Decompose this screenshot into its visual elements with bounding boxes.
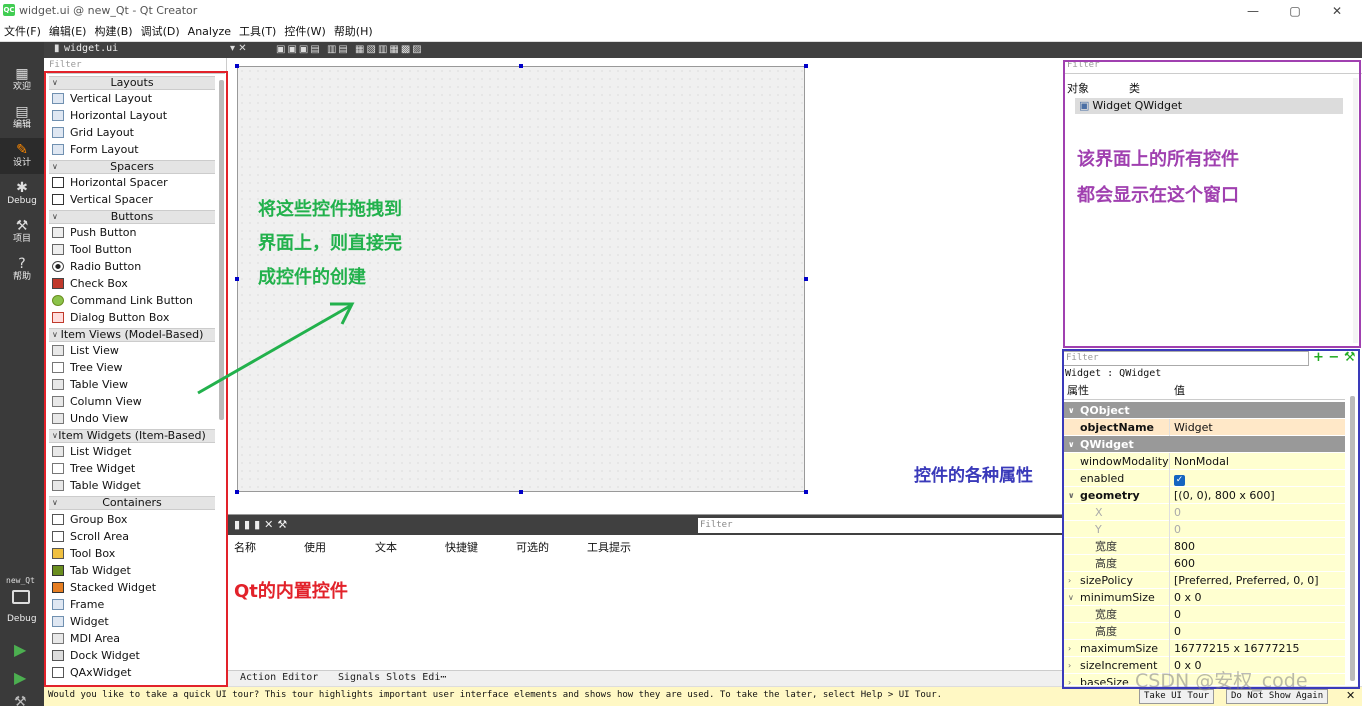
resize-handle[interactable] bbox=[519, 490, 523, 494]
mode-welcome[interactable]: ▦ 欢迎 bbox=[0, 62, 44, 98]
mode-edit[interactable]: ▤ 编辑 bbox=[0, 100, 44, 136]
column-text[interactable]: 文本 bbox=[375, 539, 397, 555]
mode-help[interactable]: ? 帮助 bbox=[0, 252, 44, 288]
close-doc-icon[interactable]: ▾ ✕ bbox=[230, 43, 247, 54]
annotation-drag-text: 将这些控件拖拽到 界面上，则直接完 成控件的创建 bbox=[258, 199, 402, 288]
action-editor-panel: ▮▮▮✕⚒ Filter 名称 使用 文本 快捷键 可选的 工具提示 bbox=[228, 514, 1063, 686]
mode-design[interactable]: ✎ 设计 bbox=[0, 138, 44, 174]
menu-help[interactable]: 帮助(H) bbox=[330, 22, 377, 42]
mode-sidebar: ▦ 欢迎 ▤ 编辑 ✎ 设计 ✱ Debug ⚒ 项目 ? 帮助 new_Qt Debug … bbox=[0, 42, 44, 710]
menu-analyze[interactable]: Analyze bbox=[184, 22, 235, 42]
menu-build[interactable]: 构建(B) bbox=[90, 22, 136, 42]
resize-handle[interactable] bbox=[804, 277, 808, 281]
resize-handle[interactable] bbox=[235, 277, 239, 281]
grid-icon: ▦ bbox=[15, 66, 29, 82]
window-title: widget.ui @ new_Qt - Qt Creator bbox=[19, 4, 198, 17]
run-icon[interactable]: ▶ bbox=[14, 640, 26, 659]
bug-icon: ✱ bbox=[16, 180, 28, 196]
resize-handle[interactable] bbox=[519, 64, 523, 68]
action-tool-icons[interactable]: ▮▮▮✕⚒ bbox=[234, 518, 291, 531]
column-name[interactable]: 名称 bbox=[234, 539, 256, 555]
mode-debug[interactable]: ✱ Debug bbox=[0, 176, 44, 212]
menu-edit[interactable]: 编辑(E) bbox=[45, 22, 91, 42]
menu-debug[interactable]: 调试(D) bbox=[137, 22, 184, 42]
menu-bar: 文件(F) 编辑(E) 构建(B) 调试(D) Analyze 工具(T) 控件(W) 帮助(… bbox=[0, 22, 1362, 42]
column-checkable[interactable]: 可选的 bbox=[516, 539, 549, 555]
debug-run-icon[interactable]: ▶ bbox=[14, 668, 26, 687]
action-editor-toolbar: ▮▮▮✕⚒ Filter bbox=[228, 515, 1063, 535]
editor-toolbar: ▮ widget.ui ▾ ✕ ▣▣▣▤ ▥▤ ▦▧▥▦▩▨ bbox=[44, 42, 1362, 58]
open-file-name[interactable]: widget.ui bbox=[64, 43, 118, 54]
help-icon: ? bbox=[18, 256, 26, 272]
annotation-properties-text: 控件的各种属性 bbox=[914, 466, 1033, 486]
build-hammer-icon[interactable]: ⚒ bbox=[14, 694, 27, 710]
close-button[interactable]: ✕ bbox=[1322, 2, 1352, 20]
resize-handle[interactable] bbox=[804, 490, 808, 494]
close-tour-icon[interactable]: ✕ bbox=[1346, 689, 1355, 702]
csdn-watermark: CSDN @安权_code bbox=[1135, 670, 1308, 692]
layout-tool-icons[interactable]: ▣▣▣▤ ▥▤ ▦▧▥▦▩▨ bbox=[276, 44, 424, 55]
kit-project-label: new_Qt bbox=[6, 576, 35, 585]
annotation-objects-text: 该界面上的所有控件 都会显示在这个窗口 bbox=[1077, 149, 1239, 206]
column-used[interactable]: 使用 bbox=[304, 539, 326, 555]
annotation-green-arrow bbox=[197, 302, 355, 395]
column-shortcut[interactable]: 快捷键 bbox=[445, 539, 478, 555]
resize-handle[interactable] bbox=[235, 490, 239, 494]
annotation-builtin-text: Qt的内置控件 bbox=[234, 581, 348, 602]
action-filter-input[interactable]: Filter bbox=[698, 518, 1062, 533]
resize-handle[interactable] bbox=[235, 64, 239, 68]
monitor-icon[interactable] bbox=[12, 590, 30, 604]
minimize-button[interactable]: — bbox=[1238, 2, 1268, 20]
pencil-icon: ✎ bbox=[16, 142, 28, 158]
menu-widgets[interactable]: 控件(W) bbox=[280, 22, 329, 42]
title-bar: QC widget.ui @ new_Qt - Qt Creator — ▢ ✕ bbox=[0, 0, 1362, 22]
tab-signals-slots[interactable]: Signals Slots Edi⋯ bbox=[338, 672, 446, 683]
menu-file[interactable]: 文件(F) bbox=[0, 22, 45, 42]
resize-handle[interactable] bbox=[804, 64, 808, 68]
wrench-icon: ⚒ bbox=[15, 218, 29, 234]
mode-projects[interactable]: ⚒ 项目 bbox=[0, 214, 44, 250]
tour-message: Would you like to take a quick UI tour? … bbox=[48, 690, 943, 700]
annotation-blue-box bbox=[1062, 349, 1360, 689]
column-tooltip[interactable]: 工具提示 bbox=[587, 539, 631, 555]
kit-build-label: Debug bbox=[7, 614, 37, 624]
edit-doc-icon: ▤ bbox=[15, 104, 29, 120]
bottom-tabs: Action Editor Signals Slots Edi⋯ bbox=[228, 670, 1063, 686]
qt-creator-icon: QC bbox=[3, 4, 15, 16]
file-icon: ▮ bbox=[54, 43, 60, 54]
menu-tools[interactable]: 工具(T) bbox=[235, 22, 280, 42]
maximize-button[interactable]: ▢ bbox=[1280, 2, 1310, 20]
tab-action-editor[interactable]: Action Editor bbox=[240, 672, 318, 683]
